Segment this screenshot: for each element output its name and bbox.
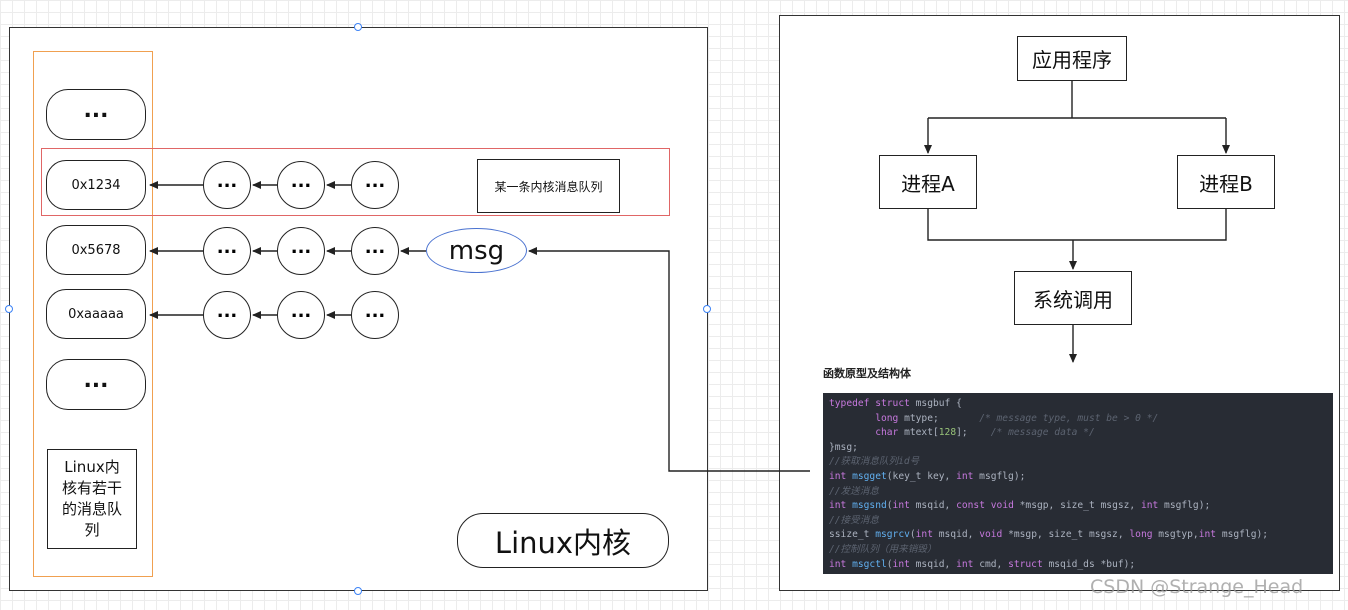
code-comment: //控制队列（用来销毁） [829, 543, 937, 555]
code-line: ssize_t msgrcv(int msqid, void *msgp, si… [829, 529, 1269, 541]
queue-id-label: 0x5678 [71, 242, 121, 258]
queue-slot-0x5678[interactable]: 0x5678 [46, 225, 146, 275]
code-block: typedef struct msgbuf { long mtype; /* m… [823, 393, 1333, 574]
message-node[interactable]: ... [277, 291, 325, 339]
app-box[interactable]: 应用程序 [1017, 36, 1127, 81]
queue-slot-top[interactable]: ... [46, 89, 146, 140]
code-line: int msgsnd(int msqid, const void *msgp, … [829, 500, 1211, 512]
message-node[interactable]: ... [203, 291, 251, 339]
queue-id-label: 0xaaaaa [68, 306, 124, 322]
message-node[interactable]: ... [203, 161, 251, 209]
selection-handle-top[interactable] [354, 23, 362, 31]
message-node[interactable]: ... [203, 227, 251, 275]
message-node[interactable]: ... [351, 291, 399, 339]
code-line: long mtype; /* message type, must be > 0… [875, 412, 1159, 424]
selection-handle-bottom[interactable] [354, 587, 362, 595]
message-node[interactable]: ... [351, 227, 399, 275]
msg-ellipse[interactable]: msg [426, 228, 527, 273]
queue-slot-0x1234[interactable]: 0x1234 [46, 160, 146, 210]
queue-id-label: 0x1234 [71, 177, 121, 193]
selection-handle-right[interactable] [703, 305, 711, 313]
queue-slot-bottom[interactable]: ... [46, 359, 146, 410]
code-line: int msgget(key_t key, int msgflg); [829, 470, 1026, 482]
code-comment: //接受消息 [829, 514, 879, 526]
code-line: int msgctl(int msqid, int cmd, struct ms… [829, 558, 1136, 570]
message-node[interactable]: ... [277, 161, 325, 209]
queue-note-box[interactable]: Linux内 核有若干 的消息队 列 [47, 449, 137, 549]
code-comment: //获取消息队列id号 [829, 456, 920, 468]
watermark: CSDN @Strange_Head [1090, 576, 1304, 598]
selection-handle-left[interactable] [5, 305, 13, 313]
message-node[interactable]: ... [277, 227, 325, 275]
queue-label-box[interactable]: 某一条内核消息队列 [477, 159, 620, 213]
syscall-box[interactable]: 系统调用 [1014, 271, 1132, 325]
queue-slot-0xaaaaa[interactable]: 0xaaaaa [46, 289, 146, 339]
code-line: typedef struct msgbuf { [829, 398, 962, 409]
code-comment: //发送消息 [829, 485, 879, 497]
code-line: }msg; [829, 441, 858, 453]
kernel-label[interactable]: Linux内核 [457, 513, 669, 568]
message-node[interactable]: ... [351, 161, 399, 209]
process-b-box[interactable]: 进程B [1177, 155, 1275, 209]
process-a-box[interactable]: 进程A [879, 155, 977, 209]
code-heading: 函数原型及结构体 [823, 367, 911, 380]
code-line: char mtext[128]; /* message data */ [875, 427, 1095, 439]
